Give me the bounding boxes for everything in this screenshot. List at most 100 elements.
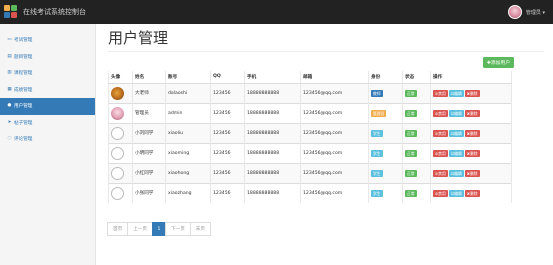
first-page-button[interactable]: 首页 bbox=[107, 222, 129, 236]
actions-cell: ⊘禁用 ☑编辑 ✖删除 bbox=[430, 122, 512, 143]
role-cell: 教师 bbox=[368, 82, 403, 103]
delete-button[interactable]: ✖删除 bbox=[464, 89, 480, 97]
avatar bbox=[111, 186, 124, 200]
app-title[interactable]: 在线考试系统控制台 bbox=[23, 7, 86, 17]
status-badge: 正常 bbox=[405, 169, 417, 177]
name-cell: 小张同学 bbox=[132, 182, 166, 203]
qq-cell: 123456 bbox=[210, 142, 245, 163]
sidebar-item-users[interactable]: ● 用户管理 bbox=[0, 98, 95, 115]
role-badge: 学生 bbox=[371, 129, 383, 137]
name-cell: 大老师 bbox=[132, 82, 166, 103]
sidebar-item-label: 帖子管理 bbox=[14, 120, 33, 126]
account-cell: admin bbox=[165, 102, 211, 123]
sidebar-item-courses[interactable]: ▥ 课程管理 bbox=[0, 65, 95, 82]
sidebar-item-exams[interactable]: ▭ 考试管理 bbox=[0, 32, 95, 49]
sidebar-item-posts[interactable]: ➤ 帖子管理 bbox=[0, 115, 95, 132]
title-divider bbox=[108, 51, 544, 52]
comment-icon: ◌ bbox=[7, 136, 12, 142]
disable-button[interactable]: ⊘禁用 bbox=[433, 129, 448, 137]
edit-button[interactable]: ☑编辑 bbox=[448, 149, 464, 157]
edit-button[interactable]: ☑编辑 bbox=[448, 169, 464, 177]
column-header: 操作 bbox=[430, 71, 512, 84]
delete-button[interactable]: ✖删除 bbox=[464, 169, 480, 177]
page-title: 用户管理 bbox=[108, 29, 169, 47]
user-menu-label[interactable]: 管理员 ▾ bbox=[526, 9, 545, 16]
table-row: 小刘同学 xiaoliu 123456 18888888888 123456@qq.co… bbox=[108, 122, 512, 143]
users-table: 头像 姓名 账号 QQ 手机 邮箱 身份 状态 操作 大老师 dalaoshi 12… bbox=[108, 71, 512, 203]
actions-cell: ⊘禁用 ☑编辑 ✖删除 bbox=[430, 162, 512, 183]
delete-button[interactable]: ✖删除 bbox=[464, 129, 480, 137]
status-badge: 正常 bbox=[405, 149, 417, 157]
top-navbar: 在线考试系统控制台 管理员 ▾ bbox=[0, 0, 553, 24]
name-cell: 管理员 bbox=[132, 102, 166, 123]
qq-cell: 123456 bbox=[210, 162, 245, 183]
name-cell: 小红同学 bbox=[132, 162, 166, 183]
status-badge: 正常 bbox=[405, 189, 417, 197]
disable-button[interactable]: ⊘禁用 bbox=[433, 189, 448, 197]
status-badge: 正常 bbox=[405, 89, 417, 97]
column-header: 手机 bbox=[244, 71, 301, 84]
delete-button[interactable]: ✖删除 bbox=[464, 189, 480, 197]
next-page-button[interactable]: 下一页 bbox=[165, 222, 191, 236]
email-cell: 123456@qq.com bbox=[300, 122, 369, 143]
column-header: 账号 bbox=[165, 71, 211, 84]
disable-button[interactable]: ⊘禁用 bbox=[433, 89, 448, 97]
account-cell: xiaohong bbox=[165, 162, 211, 183]
monitor-icon: ▭ bbox=[7, 37, 12, 43]
status-cell: 正常 bbox=[402, 162, 431, 183]
account-cell: xiaoming bbox=[165, 142, 211, 163]
edit-button[interactable]: ☑编辑 bbox=[448, 109, 464, 117]
actions-cell: ⊘禁用 ☑编辑 ✖删除 bbox=[430, 142, 512, 163]
actions-cell: ⊘禁用 ☑编辑 ✖删除 bbox=[430, 102, 512, 123]
avatar-cell bbox=[108, 142, 133, 163]
email-cell: 123456@qq.com bbox=[300, 142, 369, 163]
user-menu[interactable]: 管理员 ▾ bbox=[507, 5, 545, 19]
sidebar-item-label: 课程管理 bbox=[14, 71, 33, 77]
column-header: 头像 bbox=[108, 71, 133, 84]
table-row: 大老师 dalaoshi 123456 18888888888 123456@qq.co… bbox=[108, 82, 512, 103]
app-logo-icon[interactable] bbox=[4, 5, 18, 19]
name-cell: 小明同学 bbox=[132, 142, 166, 163]
role-cell: 学生 bbox=[368, 162, 403, 183]
qq-cell: 123456 bbox=[210, 82, 245, 103]
status-cell: 正常 bbox=[402, 182, 431, 203]
sidebar-item-grades[interactable]: ▦ 成绩管理 bbox=[0, 82, 95, 99]
disable-button[interactable]: ⊘禁用 bbox=[433, 149, 448, 157]
avatar[interactable] bbox=[507, 5, 522, 19]
delete-button[interactable]: ✖删除 bbox=[464, 149, 480, 157]
column-header: 身份 bbox=[368, 71, 403, 84]
edit-button[interactable]: ☑编辑 bbox=[448, 129, 464, 137]
table-header-row: 头像 姓名 账号 QQ 手机 邮箱 身份 状态 操作 bbox=[108, 71, 512, 84]
phone-cell: 18888888888 bbox=[244, 182, 301, 203]
last-page-button[interactable]: 末页 bbox=[189, 222, 211, 236]
sidebar-item-label: 成绩管理 bbox=[14, 87, 33, 93]
edit-button[interactable]: ☑编辑 bbox=[448, 189, 464, 197]
sidebar-item-comments[interactable]: ◌ 评论管理 bbox=[0, 131, 95, 148]
avatar bbox=[111, 86, 124, 100]
account-cell: xiaoliu bbox=[165, 122, 211, 143]
prev-page-button[interactable]: 上一页 bbox=[127, 222, 153, 236]
add-user-button[interactable]: ✚添加用户 bbox=[482, 57, 514, 68]
status-cell: 正常 bbox=[402, 102, 431, 123]
avatar bbox=[111, 106, 124, 120]
table-row: 管理员 admin 123456 18888888888 123456@qq.com 管理… bbox=[108, 102, 512, 123]
avatar bbox=[111, 166, 124, 180]
actions-cell: ⊘禁用 ☑编辑 ✖删除 bbox=[430, 182, 512, 203]
disable-button[interactable]: ⊘禁用 bbox=[433, 109, 448, 117]
current-page-button[interactable]: 1 bbox=[152, 222, 166, 236]
sidebar-item-label: 评论管理 bbox=[14, 137, 33, 143]
account-cell: xiaozhang bbox=[165, 182, 211, 203]
phone-cell: 18888888888 bbox=[244, 82, 301, 103]
edit-button[interactable]: ☑编辑 bbox=[448, 89, 464, 97]
role-badge: 学生 bbox=[371, 149, 383, 157]
disable-button[interactable]: ⊘禁用 bbox=[433, 169, 448, 177]
phone-cell: 18888888888 bbox=[244, 142, 301, 163]
avatar bbox=[111, 146, 124, 160]
qq-cell: 123456 bbox=[210, 182, 245, 203]
status-badge: 正常 bbox=[405, 109, 417, 117]
delete-button[interactable]: ✖删除 bbox=[464, 109, 480, 117]
table-row: 小明同学 xiaoming 123456 18888888888 123456@qq.c… bbox=[108, 142, 512, 163]
sidebar-item-questions[interactable]: ▤ 题目管理 bbox=[0, 49, 95, 66]
status-cell: 正常 bbox=[402, 82, 431, 103]
column-header: 邮箱 bbox=[300, 71, 369, 84]
